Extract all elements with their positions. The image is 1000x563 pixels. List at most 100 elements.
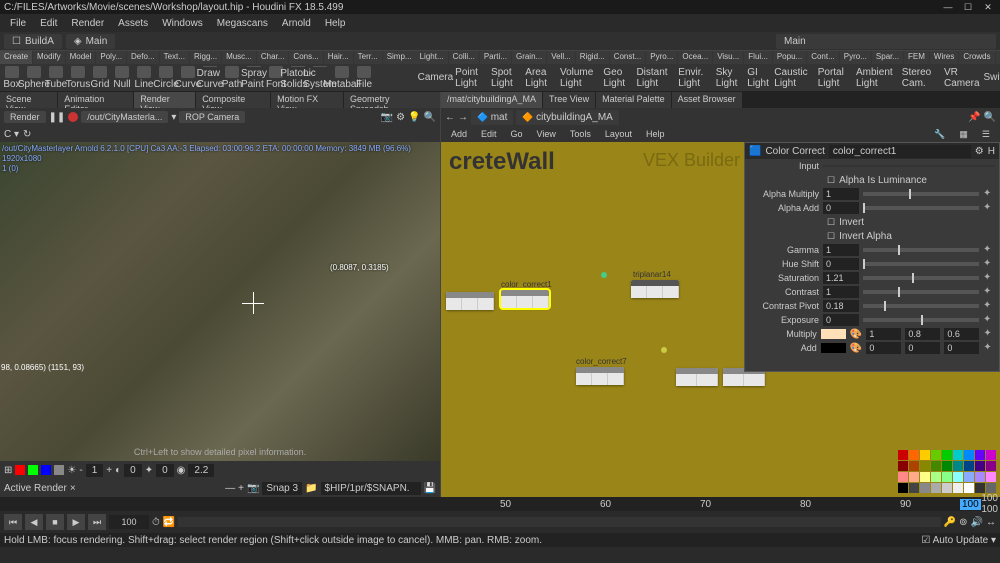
chk-alphalum[interactable]: ☐ Alpha Is Luminance xyxy=(827,175,927,186)
palette-swatch[interactable] xyxy=(953,461,963,471)
render-button[interactable]: Render xyxy=(4,111,46,123)
shelf-tab[interactable]: Cons... xyxy=(289,51,322,64)
context-build[interactable]: ☐ BuildA xyxy=(4,34,62,49)
blue-channel[interactable] xyxy=(41,465,51,475)
first-frame-button[interactable]: ⏮ xyxy=(4,514,22,530)
tool-path[interactable]: Path xyxy=(222,66,242,90)
tool-stereocam[interactable]: Stereo Cam. xyxy=(902,67,942,89)
palette-swatch[interactable] xyxy=(964,450,974,460)
shelf-tab[interactable]: Wires xyxy=(930,51,958,64)
alpha-mult-slider[interactable] xyxy=(863,192,979,196)
nv-menu-help[interactable]: Help xyxy=(640,128,671,140)
prev-frame-button[interactable]: ◀ xyxy=(25,514,43,530)
shelf-tab[interactable]: Pyro... xyxy=(646,51,677,64)
shelf-tab[interactable]: Terr... xyxy=(354,51,382,64)
nv-menu-add[interactable]: Add xyxy=(445,128,473,140)
keyframe-icon[interactable]: ✦ xyxy=(983,202,995,214)
gamma-slider[interactable] xyxy=(863,248,979,252)
wrench-icon[interactable]: 🔧 xyxy=(928,128,951,141)
tool-spray[interactable]: Spray Paint xyxy=(244,66,264,90)
keyframe-icon[interactable]: ✦ xyxy=(983,272,995,284)
menu-help[interactable]: Help xyxy=(319,16,352,31)
path-material[interactable]: 🔶 citybuildingA_MA xyxy=(516,110,618,125)
camera-icon[interactable]: 📷 xyxy=(247,483,259,494)
tool-sphere[interactable]: Sphere xyxy=(24,66,44,90)
shelf-tab[interactable]: Char... xyxy=(257,51,289,64)
tab-geospread[interactable]: Geometry Spreadsh... xyxy=(344,92,440,108)
plus-icon[interactable]: + xyxy=(238,483,244,494)
shelf-tab[interactable]: Simp... xyxy=(383,51,416,64)
tool-switcher[interactable]: Switcher xyxy=(983,72,1000,83)
palette-swatch[interactable] xyxy=(909,472,919,482)
palette-swatch[interactable] xyxy=(931,450,941,460)
tool-portal[interactable]: Portal Light xyxy=(818,67,854,89)
tab-compview[interactable]: Composite View xyxy=(196,92,270,108)
palette-swatch[interactable] xyxy=(975,472,985,482)
shelf-tab[interactable]: Model xyxy=(66,51,96,64)
range-icon[interactable]: ↔ xyxy=(986,517,996,528)
alpha-channel[interactable] xyxy=(54,465,64,475)
menu-arnold[interactable]: Arnold xyxy=(276,16,317,31)
hue-val[interactable]: 0 xyxy=(823,258,859,270)
shelf-tab[interactable]: Vell... xyxy=(547,51,575,64)
add-r[interactable]: 0 xyxy=(866,342,901,354)
brightness-icon[interactable]: ☀ xyxy=(67,465,76,476)
shelf-tab[interactable]: Grain... xyxy=(512,51,546,64)
keyframe-icon[interactable]: ✦ xyxy=(983,244,995,256)
tool-pointlight[interactable]: Point Light xyxy=(455,67,489,89)
menu-edit[interactable]: Edit xyxy=(34,16,63,31)
palette-swatch[interactable] xyxy=(964,483,974,493)
shelf-tab[interactable]: Const... xyxy=(610,51,646,64)
alpha-add-slider[interactable] xyxy=(863,206,979,210)
tab-treeview[interactable]: Tree View xyxy=(543,92,595,108)
stop-button[interactable]: ■ xyxy=(46,514,64,530)
shelf-tab[interactable]: Colli... xyxy=(449,51,479,64)
tab-motionfx[interactable]: Motion FX View xyxy=(271,92,343,108)
wire-dot[interactable] xyxy=(601,272,607,278)
camera-select[interactable]: ROP Camera xyxy=(179,111,245,123)
tool-file[interactable]: File xyxy=(354,66,374,90)
mult-swatch[interactable] xyxy=(821,329,846,339)
node-colorcorrect1[interactable] xyxy=(501,290,549,308)
path-mat[interactable]: 🔷 mat xyxy=(471,110,513,125)
palette-swatch[interactable] xyxy=(964,472,974,482)
bright-val[interactable]: 1 xyxy=(86,464,104,477)
palette-swatch[interactable] xyxy=(986,483,996,493)
settings-icon[interactable]: ⚙ xyxy=(396,112,405,123)
nv-menu-go[interactable]: Go xyxy=(505,128,529,140)
gamma-val[interactable]: 1 xyxy=(823,244,859,256)
scope-icon[interactable]: ⊚ xyxy=(959,517,967,528)
palette-swatch[interactable] xyxy=(975,483,985,493)
palette-swatch[interactable] xyxy=(931,472,941,482)
keyframe-icon[interactable]: ✦ xyxy=(983,328,995,340)
realtime-icon[interactable]: ⏱ xyxy=(152,517,160,528)
shelf-tab[interactable]: FEM xyxy=(904,51,929,64)
tab-sceneview[interactable]: Scene View xyxy=(0,92,57,108)
render-viewport[interactable]: /out/CityMasterlayer Arnold 6.2.1.0 [CPU… xyxy=(0,142,440,461)
palette-swatch[interactable] xyxy=(898,461,908,471)
mult-g[interactable]: 0.8 xyxy=(905,328,940,340)
nv-menu-view[interactable]: View xyxy=(531,128,562,140)
tab-animeditor[interactable]: Animation Editor xyxy=(58,92,133,108)
tool-line[interactable]: Line xyxy=(134,66,154,90)
menu-assets[interactable]: Assets xyxy=(112,16,154,31)
node-triplanar[interactable] xyxy=(631,280,679,298)
mult-r[interactable]: 1 xyxy=(866,328,901,340)
tool-gilight[interactable]: GI Light xyxy=(747,67,772,89)
timeline-track[interactable] xyxy=(178,517,940,527)
shelf-tab[interactable]: Flui... xyxy=(744,51,772,64)
list-icon[interactable]: ☰ xyxy=(976,128,996,141)
nv-menu-tools[interactable]: Tools xyxy=(564,128,597,140)
palette-swatch[interactable] xyxy=(909,450,919,460)
tool-vollight[interactable]: Volume Light xyxy=(560,67,601,89)
colorwheel-icon[interactable]: 🎨 xyxy=(850,343,862,354)
maximize-icon[interactable]: ☐ xyxy=(960,1,976,13)
close-icon[interactable]: × xyxy=(70,483,76,494)
search-icon[interactable]: 🔍 xyxy=(984,112,996,123)
shelf-tab[interactable]: Text... xyxy=(160,51,189,64)
palette-swatch[interactable] xyxy=(931,483,941,493)
nv-menu-layout[interactable]: Layout xyxy=(599,128,638,140)
tool-caustic[interactable]: Caustic Light xyxy=(774,67,815,89)
palette-swatch[interactable] xyxy=(920,450,930,460)
snapshot-icon[interactable]: 📷 xyxy=(381,112,393,123)
